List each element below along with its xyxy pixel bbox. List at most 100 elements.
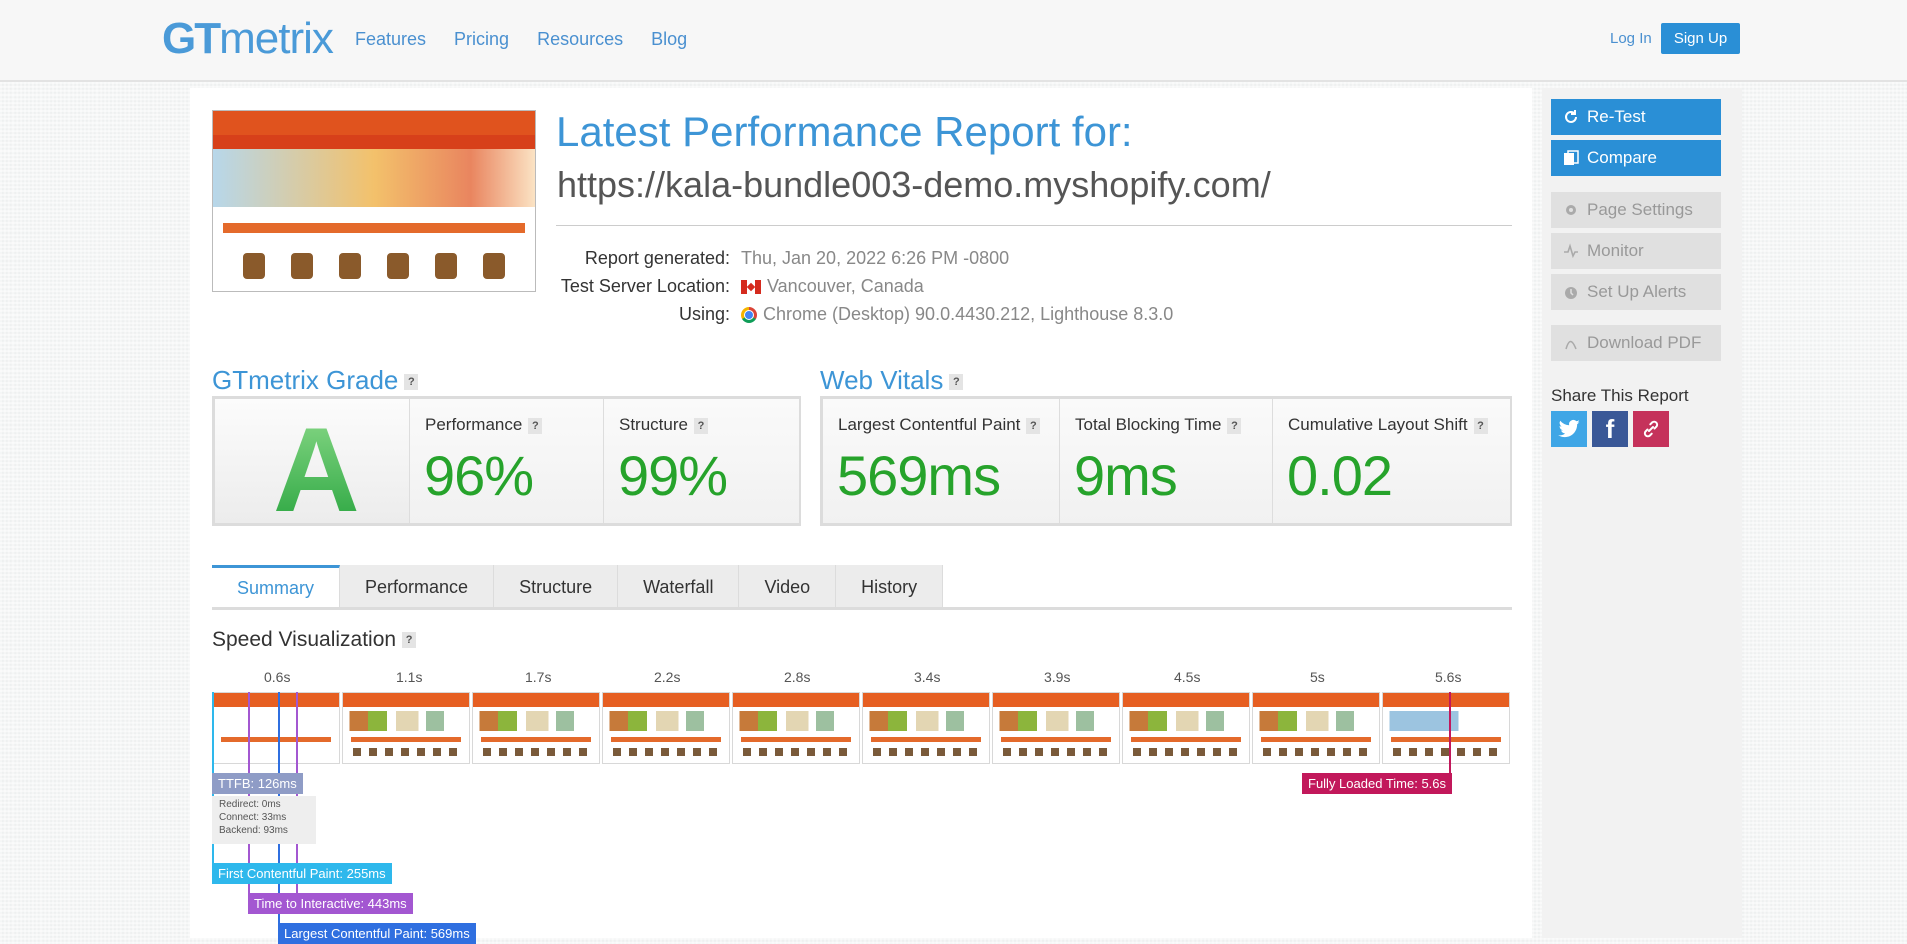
tab-video[interactable]: Video bbox=[739, 565, 837, 609]
tab-performance[interactable]: Performance bbox=[340, 565, 495, 609]
report-url: https://kala-bundle003-demo.myshopify.co… bbox=[557, 164, 1271, 205]
filmstrip-frame[interactable] bbox=[602, 692, 730, 764]
help-icon[interactable]: ? bbox=[693, 417, 708, 434]
report-title: Latest Performance Report for: bbox=[556, 108, 1133, 155]
tick-label: 1.7s bbox=[525, 669, 552, 685]
help-icon[interactable]: ? bbox=[1227, 417, 1242, 434]
structure-label: Structure? bbox=[619, 415, 708, 435]
performance-label: Performance? bbox=[425, 415, 543, 435]
ttfb-redirect: Redirect: 0ms bbox=[219, 799, 281, 810]
report-tabs: Summary Performance Structure Waterfall … bbox=[212, 565, 944, 609]
help-icon[interactable]: ? bbox=[949, 374, 964, 391]
grade-letter: A bbox=[273, 403, 360, 537]
help-icon[interactable]: ? bbox=[404, 374, 419, 391]
tbt-cell: Total Blocking Time? 9ms bbox=[1059, 399, 1273, 523]
tick-label: 2.8s bbox=[784, 669, 811, 685]
pulse-icon bbox=[1564, 243, 1578, 259]
refresh-icon bbox=[1565, 110, 1577, 123]
alarm-clock-icon bbox=[1565, 287, 1577, 299]
filmstrip-frame[interactable] bbox=[472, 692, 600, 764]
help-icon[interactable]: ? bbox=[528, 417, 543, 434]
fcp-label: First Contentful Paint: 255ms bbox=[212, 863, 392, 884]
tbt-label: Total Blocking Time? bbox=[1075, 415, 1242, 435]
help-icon[interactable]: ? bbox=[402, 632, 417, 649]
tick-label: 3.9s bbox=[1044, 669, 1071, 685]
divider bbox=[556, 225, 1512, 226]
cls-value: 0.02 bbox=[1287, 444, 1393, 507]
tick-label: 4.5s bbox=[1174, 669, 1201, 685]
page-settings-button[interactable]: Page Settings bbox=[1551, 192, 1721, 228]
vitals-section-title: Web Vitals? bbox=[820, 365, 964, 396]
grade-card: A Performance? 96% Structure? 99% bbox=[212, 396, 801, 537]
grade-section-title: GTmetrix Grade? bbox=[212, 365, 419, 396]
tab-structure[interactable]: Structure bbox=[494, 565, 619, 609]
signup-button[interactable]: Sign Up bbox=[1661, 23, 1740, 54]
lcp-label: Largest Contentful Paint? bbox=[838, 415, 1041, 435]
filmstrip-frame[interactable] bbox=[862, 692, 990, 764]
gtmetrix-logo[interactable]: GTmetrix bbox=[162, 14, 334, 64]
tab-summary[interactable]: Summary bbox=[212, 565, 341, 609]
tick-label: 0.6s bbox=[264, 669, 291, 685]
speed-visualization-title: Speed Visualization? bbox=[212, 628, 417, 652]
gear-icon bbox=[1566, 205, 1576, 215]
nav-pricing[interactable]: Pricing bbox=[454, 29, 509, 50]
lcp-label-marker: Largest Contentful Paint: 569ms bbox=[278, 923, 476, 944]
twitter-icon[interactable] bbox=[1551, 411, 1587, 447]
top-header: GTmetrix Features Pricing Resources Blog… bbox=[0, 0, 1907, 82]
lcp-cell: Largest Contentful Paint? 569ms bbox=[823, 399, 1059, 523]
cls-cell: Cumulative Layout Shift? 0.02 bbox=[1272, 399, 1510, 523]
ttfb-breakdown: Redirect: 0ms Connect: 33ms Backend: 93m… bbox=[212, 796, 316, 844]
nav-blog[interactable]: Blog bbox=[651, 29, 687, 50]
meta-value-generated: Thu, Jan 20, 2022 6:26 PM -0800 bbox=[741, 248, 1010, 268]
lcp-value: 569ms bbox=[837, 444, 1001, 507]
site-screenshot-thumbnail[interactable] bbox=[212, 110, 536, 292]
facebook-icon[interactable]: f bbox=[1592, 411, 1628, 447]
cls-label: Cumulative Layout Shift? bbox=[1288, 415, 1488, 435]
performance-cell: Performance? 96% bbox=[409, 399, 604, 523]
tab-waterfall[interactable]: Waterfall bbox=[618, 565, 740, 609]
filmstrip-frame[interactable] bbox=[342, 692, 470, 764]
link-icon[interactable] bbox=[1633, 411, 1669, 447]
filmstrip-frame[interactable] bbox=[1252, 692, 1380, 764]
compare-icon bbox=[1564, 150, 1579, 165]
login-link[interactable]: Log In bbox=[1610, 30, 1652, 47]
tick-label: 5.6s bbox=[1435, 669, 1462, 685]
fully-loaded-label: Fully Loaded Time: 5.6s bbox=[1302, 773, 1453, 794]
filmstrip-frame[interactable] bbox=[732, 692, 860, 764]
compare-button[interactable]: Compare bbox=[1551, 140, 1721, 176]
tab-history[interactable]: History bbox=[836, 565, 944, 609]
download-pdf-button[interactable]: Download PDF bbox=[1551, 325, 1721, 361]
tick-label: 1.1s bbox=[396, 669, 423, 685]
ttfb-connect: Connect: 33ms bbox=[219, 812, 287, 823]
filmstrip-frame[interactable] bbox=[992, 692, 1120, 764]
vitals-card: Largest Contentful Paint? 569ms Total Bl… bbox=[820, 396, 1512, 526]
performance-value: 96% bbox=[424, 444, 534, 507]
structure-value: 99% bbox=[618, 444, 728, 507]
tti-label: Time to Interactive: 443ms bbox=[248, 893, 413, 914]
monitor-button[interactable]: Monitor bbox=[1551, 233, 1721, 269]
filmstrip-frame[interactable] bbox=[212, 692, 340, 764]
help-icon[interactable]: ? bbox=[1473, 417, 1488, 434]
tabs-underline bbox=[212, 607, 1512, 610]
meta-value-using: Chrome (Desktop) 90.0.4430.212, Lighthou… bbox=[741, 304, 1173, 325]
tbt-value: 9ms bbox=[1074, 444, 1178, 507]
nav-resources[interactable]: Resources bbox=[537, 29, 623, 50]
nav-features[interactable]: Features bbox=[355, 29, 426, 50]
alerts-button[interactable]: Set Up Alerts bbox=[1551, 274, 1721, 310]
help-icon[interactable]: ? bbox=[1026, 417, 1041, 434]
main-nav: Features Pricing Resources Blog bbox=[355, 29, 687, 50]
retest-button[interactable]: Re-Test bbox=[1551, 99, 1721, 135]
pdf-icon bbox=[1565, 340, 1577, 350]
ttfb-label: TTFB: 126ms bbox=[212, 773, 303, 794]
tick-label: 5s bbox=[1310, 669, 1325, 685]
canada-flag-icon bbox=[741, 280, 761, 295]
filmstrip-frame[interactable] bbox=[1122, 692, 1250, 764]
meta-value-location: Vancouver, Canada bbox=[741, 276, 924, 297]
filmstrip-frame[interactable] bbox=[1382, 692, 1510, 764]
tick-label: 2.2s bbox=[654, 669, 681, 685]
ttfb-backend: Backend: 93ms bbox=[219, 825, 288, 836]
grade-letter-cell: A bbox=[215, 399, 409, 537]
share-title: Share This Report bbox=[1551, 386, 1689, 405]
structure-cell: Structure? 99% bbox=[603, 399, 799, 523]
tick-label: 3.4s bbox=[914, 669, 941, 685]
